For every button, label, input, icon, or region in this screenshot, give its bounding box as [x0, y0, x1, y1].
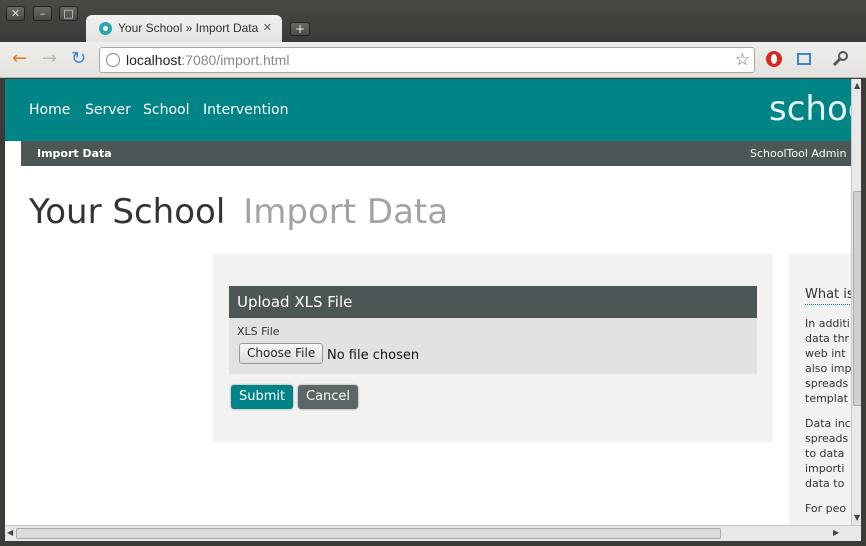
window-maximize-button[interactable]: □	[59, 6, 78, 21]
page-title: Your School Import Data	[29, 192, 448, 232]
scroll-down-icon[interactable]: ▼	[854, 513, 860, 522]
favicon-icon	[99, 22, 112, 35]
nav-item-intervention[interactable]: Intervention	[203, 102, 288, 118]
bookmark-star-icon[interactable]: ☆	[735, 50, 750, 70]
window-titlebar: ✕ – □ Your School » Import Data ✕ +	[0, 0, 866, 43]
top-navigation: Home Server School Intervention schoo	[5, 79, 861, 141]
wrench-icon[interactable]	[831, 50, 849, 68]
window-resize-icon[interactable]	[795, 50, 813, 68]
breadcrumb[interactable]: Import Data	[37, 147, 112, 160]
page-viewport: Home Server School Intervention schoo Im…	[5, 79, 861, 525]
browser-tab[interactable]: Your School » Import Data ✕	[86, 15, 282, 43]
submit-button[interactable]: Submit	[231, 385, 294, 409]
scroll-up-icon[interactable]: ▲	[854, 81, 860, 90]
tab-close-button[interactable]: ✕	[263, 21, 272, 34]
nav-item-home[interactable]: Home	[29, 102, 70, 118]
url-text: localhost:7080/import.html	[126, 52, 290, 68]
import-form-panel: Upload XLS File XLS File Choose File No …	[213, 254, 773, 442]
page-title-sub: Import Data	[243, 192, 449, 232]
reload-icon[interactable]: ↻	[71, 50, 86, 68]
globe-icon	[106, 53, 120, 67]
scroll-right-icon[interactable]: ▶	[833, 528, 839, 537]
help-title: What is	[805, 287, 854, 305]
vertical-scroll-thumb[interactable]	[853, 191, 861, 406]
page-title-main: Your School	[29, 192, 226, 232]
fieldset-body: XLS File Choose File No file chosen	[229, 318, 757, 374]
user-menu[interactable]: SchoolTool Admin	[750, 147, 846, 160]
back-arrow-icon[interactable]: ←	[12, 50, 27, 68]
nav-item-server[interactable]: Server	[85, 102, 131, 118]
browser-toolbar: ← → ↻ localhost:7080/import.html ☆	[0, 42, 866, 78]
fieldset-legend: Upload XLS File	[229, 286, 757, 318]
choose-file-button[interactable]: Choose File	[239, 343, 324, 364]
cancel-button[interactable]: Cancel	[298, 385, 359, 409]
scroll-left-icon[interactable]: ◀	[7, 528, 13, 537]
opera-extension-icon[interactable]	[765, 50, 783, 68]
address-bar[interactable]: localhost:7080/import.html ☆	[99, 47, 755, 73]
brand-logo[interactable]: schoo	[769, 89, 861, 129]
horizontal-scroll-thumb[interactable]	[16, 528, 721, 539]
xls-file-label: XLS File	[237, 325, 280, 338]
new-tab-button[interactable]: +	[290, 22, 310, 36]
nav-item-school[interactable]: School	[143, 102, 189, 118]
window-close-button[interactable]: ✕	[6, 6, 25, 21]
tab-title: Your School » Import Data	[118, 21, 259, 35]
forward-arrow-icon[interactable]: →	[42, 50, 57, 68]
vertical-scrollbar[interactable]: ▲ ▼	[851, 79, 861, 525]
file-status-text: No file chosen	[327, 348, 420, 363]
horizontal-scrollbar[interactable]: ◀ ▶	[5, 525, 861, 541]
window-minimize-button[interactable]: –	[33, 6, 52, 21]
help-sidebar: What is In additi data thr web int also imp…	[789, 254, 859, 525]
sub-navigation: Import Data SchoolTool Admin	[21, 141, 851, 166]
